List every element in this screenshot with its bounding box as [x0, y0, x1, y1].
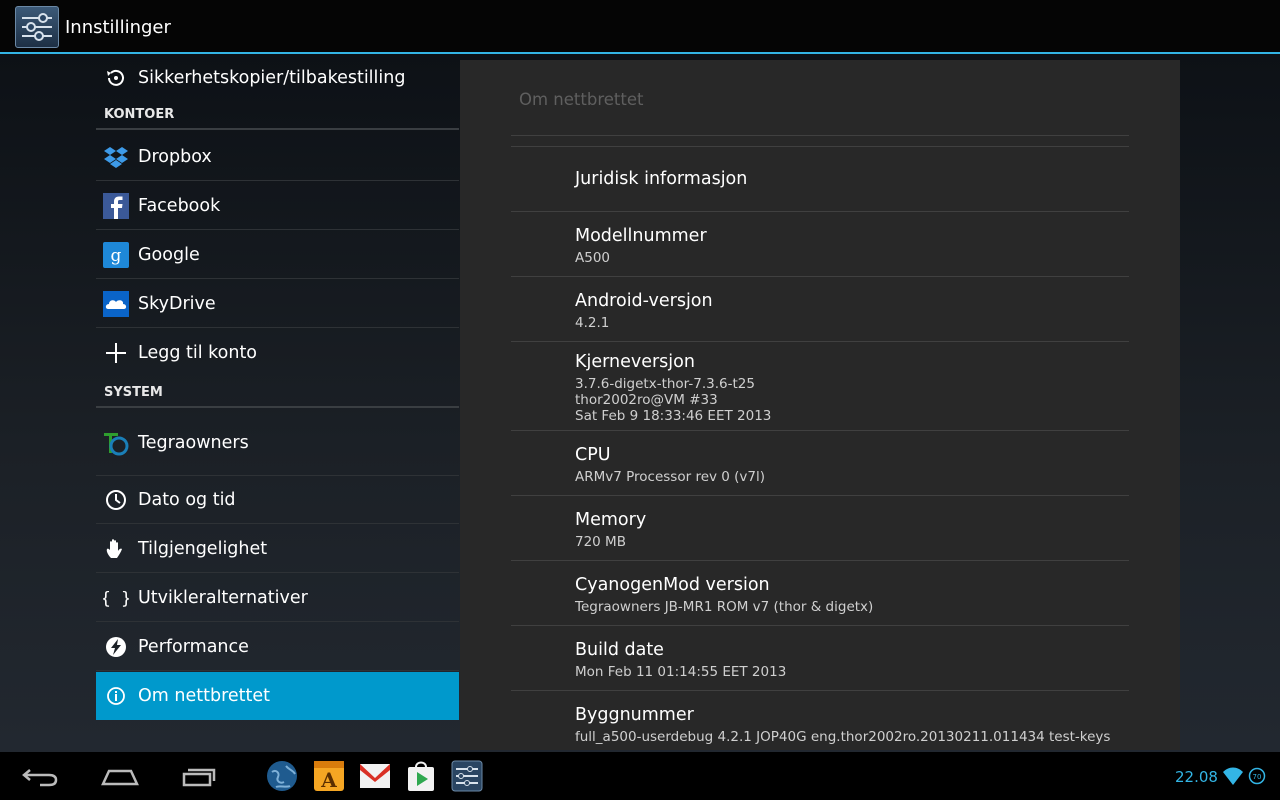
- recent-apps-icon[interactable]: [172, 760, 228, 792]
- pref-summary: ARMv7 Processor rev 0 (v7l): [575, 469, 766, 485]
- panel-title: Om nettbrettet: [519, 90, 644, 109]
- header-item-label: Tilgjengelighet: [138, 539, 268, 559]
- pref-title: Modellnummer: [575, 226, 707, 246]
- header-item-google[interactable]: g Google: [96, 231, 459, 279]
- battery-icon: 70: [1248, 767, 1266, 785]
- pref-summary: 4.2.1: [575, 315, 610, 331]
- braces-icon: { }: [103, 589, 129, 609]
- settings-icon[interactable]: [451, 760, 483, 792]
- header-item-performance[interactable]: Performance: [96, 623, 459, 671]
- pref-cyanogenmod-version[interactable]: CyanogenMod version Tegraowners JB-MR1 R…: [511, 561, 1129, 625]
- svg-text:A: A: [320, 768, 337, 792]
- header-item-date-time[interactable]: Dato og tid: [96, 476, 459, 524]
- pref-title: CPU: [575, 445, 611, 465]
- aldiko-icon[interactable]: A: [313, 760, 345, 792]
- pref-model-number: Modellnummer A500: [511, 212, 1129, 276]
- headers-list: Sikkerhetskopier/tilbakestilling KONTOER…: [96, 54, 459, 752]
- category-system: SYSTEM: [96, 382, 459, 408]
- header-item-label: Dato og tid: [138, 490, 236, 510]
- header-item-about-tablet[interactable]: Om nettbrettet: [96, 672, 459, 720]
- play-store-icon[interactable]: [405, 760, 437, 792]
- pref-summary: 720 MB: [575, 534, 626, 550]
- action-bar: Innstillinger: [0, 0, 1280, 54]
- header-item-label: Facebook: [138, 196, 221, 216]
- pref-kernel-version: Kjerneversjon 3.7.6-digetx-thor-7.3.6-t2…: [511, 342, 1129, 430]
- header-item-backup[interactable]: Sikkerhetskopier/tilbakestilling: [96, 54, 459, 102]
- dropbox-icon: [104, 147, 128, 168]
- pref-build-number[interactable]: Byggnummer full_a500-userdebug 4.2.1 JOP…: [511, 691, 1129, 750]
- pref-title: Juridisk informasjon: [575, 169, 748, 189]
- svg-text:g: g: [111, 246, 122, 266]
- header-item-label: Dropbox: [138, 147, 212, 167]
- lightning-icon: [106, 637, 126, 657]
- category-accounts: KONTOER: [96, 104, 459, 130]
- header-item-developer-options[interactable]: { } Utvikleralternativer: [96, 574, 459, 622]
- pref-summary: Mon Feb 11 01:14:55 EET 2013: [575, 664, 787, 680]
- skydrive-icon: [103, 291, 129, 317]
- header-item-label: Tegraowners: [138, 433, 249, 453]
- pref-android-version[interactable]: Android-versjon 4.2.1: [511, 277, 1129, 341]
- header-item-add-account[interactable]: Legg til konto: [96, 329, 459, 377]
- header-item-label: Om nettbrettet: [138, 686, 271, 706]
- header-item-facebook[interactable]: Facebook: [96, 182, 459, 230]
- header-item-label: Legg til konto: [138, 343, 258, 363]
- pref-summary: Tegraowners JB-MR1 ROM v7 (thor & digetx…: [575, 599, 874, 615]
- back-icon[interactable]: [12, 760, 68, 792]
- pref-summary: 3.7.6-digetx-thor-7.3.6-t25 thor2002ro@V…: [575, 376, 772, 424]
- svg-text:{ }: { }: [103, 589, 129, 609]
- pref-title: Build date: [575, 640, 664, 660]
- settings-icon[interactable]: [15, 6, 59, 48]
- google-icon: g: [103, 242, 129, 268]
- home-icon[interactable]: [92, 760, 148, 792]
- detail-panel: Om nettbrettet Juridisk informasjon Mode…: [460, 60, 1180, 750]
- header-item-dropbox[interactable]: Dropbox: [96, 133, 459, 181]
- info-icon: [107, 687, 125, 705]
- app-title: Innstillinger: [65, 17, 171, 38]
- gmail-icon[interactable]: [359, 760, 391, 792]
- clock-icon: [106, 490, 126, 510]
- pref-summary: full_a500-userdebug 4.2.1 JOP40G eng.tho…: [575, 729, 1111, 745]
- header-item-label: SkyDrive: [138, 294, 216, 314]
- pref-title: Memory: [575, 510, 647, 530]
- header-item-skydrive[interactable]: SkyDrive: [96, 280, 459, 328]
- pref-memory: Memory 720 MB: [511, 496, 1129, 560]
- pref-title: Kjerneversjon: [575, 352, 695, 372]
- wifi-icon: [1223, 767, 1243, 785]
- settings-content: Sikkerhetskopier/tilbakestilling KONTOER…: [0, 54, 1280, 752]
- facebook-icon: [103, 193, 129, 219]
- header-item-label: Utvikleralternativer: [138, 588, 308, 608]
- pref-title: CyanogenMod version: [575, 575, 770, 595]
- divider: [511, 135, 1129, 136]
- pref-cpu: CPU ARMv7 Processor rev 0 (v7l): [511, 431, 1129, 495]
- pref-legal-info[interactable]: Juridisk informasjon: [511, 147, 1129, 211]
- header-item-accessibility[interactable]: Tilgjengelighet: [96, 525, 459, 573]
- tegraowners-icon: [104, 433, 129, 456]
- pref-title: Byggnummer: [575, 705, 694, 725]
- battery-level: 70: [1253, 773, 1262, 781]
- header-item-label: Google: [138, 245, 200, 265]
- status-clock[interactable]: 22.08: [1175, 768, 1218, 786]
- plus-icon: [106, 343, 126, 363]
- header-item-tegraowners[interactable]: Tegraowners: [96, 414, 459, 476]
- header-item-label: Sikkerhetskopier/tilbakestilling: [138, 68, 406, 88]
- pref-title: Android-versjon: [575, 291, 713, 311]
- browser-icon[interactable]: [266, 760, 298, 792]
- hand-icon: [106, 539, 122, 558]
- pref-summary: A500: [575, 250, 611, 266]
- system-navigation-bar: A 22.08 70: [0, 752, 1280, 800]
- pref-build-date: Build date Mon Feb 11 01:14:55 EET 2013: [511, 626, 1129, 690]
- header-item-label: Performance: [138, 637, 249, 657]
- backup-restore-icon: [107, 69, 124, 86]
